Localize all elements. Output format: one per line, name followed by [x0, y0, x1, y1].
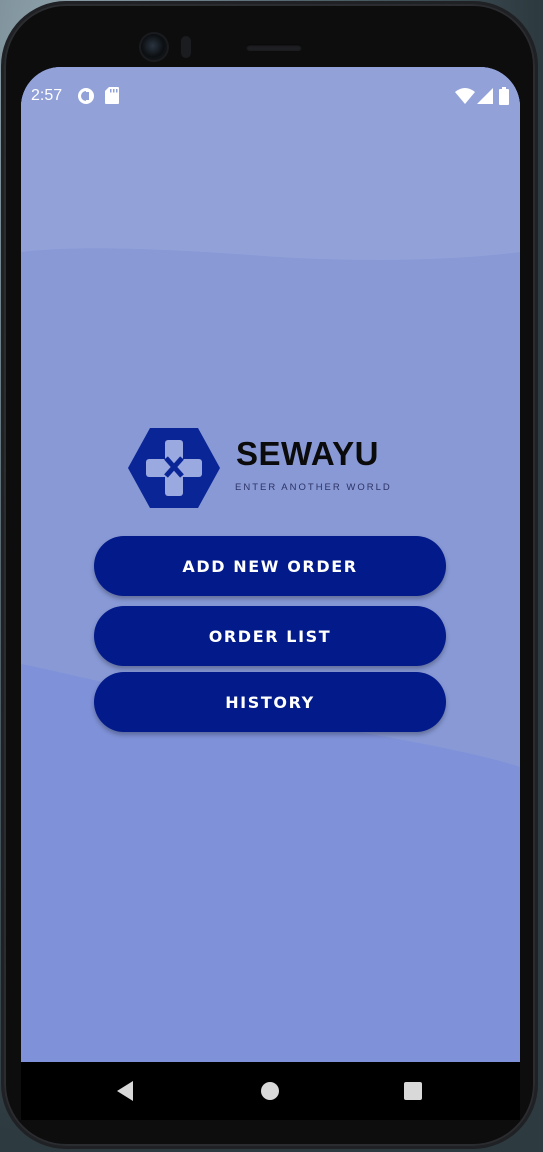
logo-title: SEWAYU	[236, 435, 379, 472]
wifi-icon	[455, 88, 475, 104]
sync-icon	[78, 88, 94, 104]
sewayu-logo: SEWAYU ENTER ANOTHER WORLD	[127, 427, 397, 509]
history-button[interactable]: HISTORY	[94, 672, 446, 732]
signal-icon	[477, 88, 493, 104]
back-icon[interactable]	[111, 1077, 139, 1105]
status-time: 2:57	[31, 87, 63, 104]
navigation-bar	[21, 1062, 520, 1120]
sd-card-icon	[105, 87, 119, 104]
add-new-order-button[interactable]: ADD NEW ORDER	[94, 536, 446, 596]
front-camera	[141, 34, 167, 60]
battery-icon	[499, 87, 509, 105]
app-screen: 2:57 SEWAYU ENTER ANOTHER WORLD ADD NEW …	[21, 67, 520, 1120]
recents-icon[interactable]	[399, 1077, 427, 1105]
logo-tagline: ENTER ANOTHER WORLD	[235, 482, 392, 493]
gamepad-hexagon-icon	[128, 428, 220, 508]
status-bar: 2:57	[21, 67, 520, 127]
home-icon[interactable]	[256, 1077, 284, 1105]
earpiece-speaker	[246, 44, 302, 51]
proximity-sensor	[181, 36, 191, 58]
order-list-button[interactable]: ORDER LIST	[94, 606, 446, 666]
